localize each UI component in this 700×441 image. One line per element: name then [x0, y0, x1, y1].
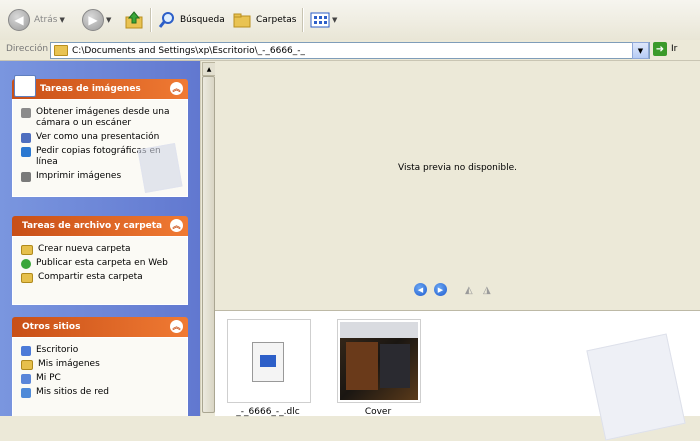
task-label: Imprimir imágenes — [36, 171, 122, 181]
network-places-icon — [21, 388, 31, 398]
address-bar: Dirección C:\Documents and Settings\xp\E… — [0, 40, 700, 61]
preview-message: Vista previa no disponible. — [397, 163, 518, 173]
task-item-camera[interactable]: Obtener imágenes desde una cámara o un e… — [19, 107, 181, 129]
share-folder-icon — [21, 273, 33, 283]
my-pictures-icon — [21, 360, 33, 370]
task-item-share-folder[interactable]: Compartir esta carpeta — [19, 272, 181, 283]
file-item-dlc[interactable] — [227, 319, 311, 403]
file-item-cover[interactable] — [337, 319, 421, 403]
rotate-clockwise-icon[interactable]: ◭ — [465, 285, 473, 296]
my-computer-icon — [21, 374, 31, 384]
forward-button[interactable]: ▶ ▼ — [82, 8, 111, 32]
folder-icon — [54, 45, 68, 56]
file-tasks-panel: Tareas de archivo y carpeta ︽ Crear nuev… — [12, 216, 188, 305]
back-arrow-icon: ◀ — [8, 9, 30, 31]
task-label: Crear nueva carpeta — [38, 244, 131, 254]
publish-web-icon — [21, 259, 31, 269]
chevron-down-icon: ▼ — [106, 16, 112, 24]
image-tasks-body: Obtener imágenes desde una cámara o un e… — [12, 99, 188, 197]
views-icon — [310, 12, 330, 28]
go-arrow-icon: ➜ — [653, 42, 667, 56]
go-button[interactable]: ➜ Ir — [653, 42, 677, 56]
file-tasks-title: Tareas de archivo y carpeta — [22, 221, 163, 231]
chevron-down-icon: ▼ — [332, 16, 338, 24]
place-label: Mi PC — [36, 373, 61, 383]
image-tasks-title: Tareas de imágenes — [40, 84, 141, 94]
rotate-counterclockwise-icon[interactable]: ◮ — [483, 285, 491, 296]
file-list: _-_6666_-_.dlc Cover — [215, 311, 700, 441]
chevron-down-icon: ▼ — [637, 46, 644, 55]
other-places-header[interactable]: Otros sitios ︽ — [12, 317, 188, 337]
place-label: Escritorio — [36, 345, 79, 355]
task-pane-scrollbar[interactable]: ▲ — [200, 61, 216, 416]
task-pane: Tareas de imágenes ︽ Obtener imágenes de… — [0, 61, 200, 416]
search-button[interactable]: Búsqueda — [158, 8, 225, 32]
order-prints-icon — [21, 147, 31, 157]
camera-icon — [21, 108, 31, 118]
address-input[interactable]: C:\Documents and Settings\xp\Escritorio\… — [50, 42, 650, 59]
address-path: C:\Documents and Settings\xp\Escritorio\… — [72, 45, 306, 56]
document-icon — [252, 342, 284, 382]
image-tasks-header[interactable]: Tareas de imágenes ︽ — [12, 75, 188, 99]
address-dropdown-button[interactable]: ▼ — [632, 42, 649, 59]
toolbar-separator — [150, 8, 152, 32]
collapse-icon[interactable]: ︽ — [170, 320, 183, 333]
place-label: Mis imágenes — [38, 359, 100, 369]
toolbar-separator — [302, 8, 304, 32]
place-item-network[interactable]: Mis sitios de red — [19, 387, 181, 398]
cover-thumbnail — [340, 322, 418, 400]
task-item-slideshow[interactable]: Ver como una presentación — [19, 132, 181, 143]
views-button[interactable]: ▼ — [310, 8, 337, 32]
image-tasks-panel: Tareas de imágenes ︽ Obtener imágenes de… — [12, 75, 188, 197]
place-item-desktop[interactable]: Escritorio — [19, 345, 181, 356]
other-places-panel: Otros sitios ︽ Escritorio Mis imágenes M… — [12, 317, 188, 416]
task-label: Obtener imágenes desde una cámara o un e… — [36, 107, 170, 128]
new-folder-icon — [21, 245, 33, 255]
search-label: Búsqueda — [180, 15, 225, 25]
file-tasks-header[interactable]: Tareas de archivo y carpeta ︽ — [12, 216, 188, 236]
task-label: Ver como una presentación — [36, 132, 160, 142]
folders-icon — [233, 13, 251, 28]
slideshow-icon — [21, 133, 31, 143]
watermark-icon — [586, 333, 686, 441]
preview-pane: Vista previa no disponible. ◀ ▶ ◭ ◮ — [215, 61, 700, 311]
search-icon — [158, 12, 174, 28]
up-folder-icon — [125, 11, 143, 29]
scroll-up-icon[interactable]: ▲ — [202, 62, 216, 76]
desktop-icon — [21, 346, 31, 356]
folders-label: Carpetas — [256, 15, 297, 25]
other-places-body: Escritorio Mis imágenes Mi PC Mis sitios… — [12, 337, 188, 416]
image-tasks-icon — [14, 75, 36, 97]
collapse-icon[interactable]: ︽ — [170, 82, 183, 95]
up-folder-button[interactable] — [124, 8, 144, 32]
chevron-down-icon: ▼ — [59, 16, 65, 24]
task-item-publish-web[interactable]: Publicar esta carpeta en Web — [19, 258, 181, 269]
next-image-icon[interactable]: ▶ — [434, 283, 447, 296]
place-label: Mis sitios de red — [36, 387, 109, 397]
cover-figure — [380, 344, 410, 388]
place-item-my-computer[interactable]: Mi PC — [19, 373, 181, 384]
go-label: Ir — [671, 44, 678, 54]
forward-arrow-icon: ▶ — [82, 9, 104, 31]
cover-header — [340, 322, 418, 338]
printer-icon — [21, 172, 31, 182]
task-label: Publicar esta carpeta en Web — [36, 258, 168, 268]
back-label: Atrás — [34, 15, 58, 25]
task-item-new-folder[interactable]: Crear nueva carpeta — [19, 244, 181, 255]
cover-figure — [346, 342, 378, 390]
toolbar: ◀ Atrás ▼ ▶ ▼ Búsqueda Carpetas ▼ — [0, 0, 700, 41]
address-label: Dirección — [6, 44, 49, 54]
collapse-icon[interactable]: ︽ — [170, 219, 183, 232]
task-label: Compartir esta carpeta — [38, 272, 143, 282]
other-places-title: Otros sitios — [22, 322, 81, 332]
watermark-icon — [137, 143, 183, 193]
place-item-my-pictures[interactable]: Mis imágenes — [19, 359, 181, 370]
previous-image-icon[interactable]: ◀ — [414, 283, 427, 296]
file-tasks-body: Crear nueva carpeta Publicar esta carpet… — [12, 236, 188, 305]
back-button[interactable]: ◀ Atrás ▼ — [8, 8, 65, 32]
folders-button[interactable]: Carpetas — [232, 8, 296, 32]
windows-logo-icon — [260, 355, 276, 367]
scrollbar-thumb[interactable] — [202, 76, 215, 413]
